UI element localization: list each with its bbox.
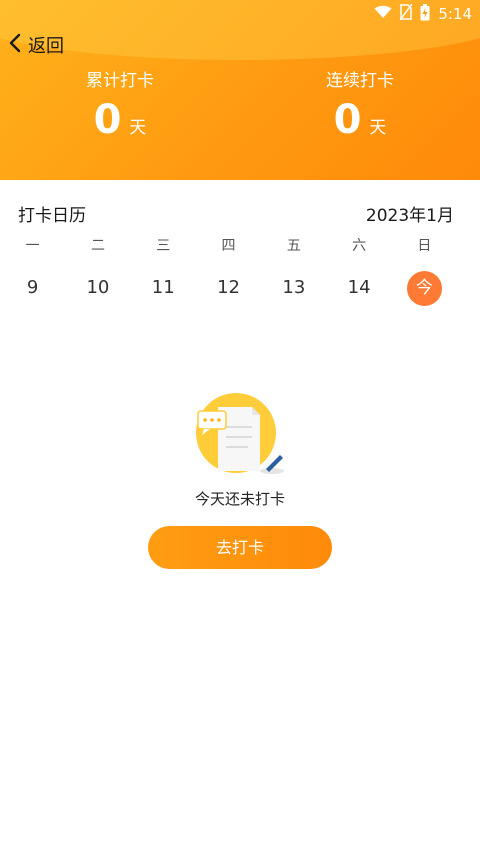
total-checkin-stat: 累计打卡 0 天 bbox=[0, 66, 240, 143]
date-cell[interactable]: 12 bbox=[196, 270, 261, 306]
weekday-mon: 一 bbox=[25, 238, 40, 254]
chevron-left-icon bbox=[8, 33, 22, 58]
checkin-button[interactable]: 去打卡 bbox=[148, 526, 332, 569]
weekday-sun: 日 bbox=[417, 238, 432, 254]
today-badge[interactable]: 今 bbox=[406, 271, 442, 306]
total-checkin-label: 累计打卡 bbox=[86, 71, 154, 91]
back-label: 返回 bbox=[28, 36, 64, 57]
streak-checkin-value: 0 bbox=[333, 97, 362, 143]
streak-checkin-unit: 天 bbox=[369, 118, 387, 138]
calendar-month: 2023年1月 bbox=[365, 206, 454, 226]
date-cell[interactable]: 11 bbox=[131, 270, 196, 306]
empty-checkin-illustration bbox=[192, 393, 288, 477]
streak-checkin-label: 连续打卡 bbox=[326, 71, 394, 91]
total-checkin-unit: 天 bbox=[129, 118, 147, 138]
weekday-fri: 五 bbox=[286, 238, 301, 254]
wifi-icon bbox=[374, 5, 392, 23]
date-cell[interactable]: 10 bbox=[65, 270, 130, 306]
status-time: 5:14 bbox=[438, 5, 472, 23]
weekday-thu: 四 bbox=[221, 238, 236, 254]
battery-charging-icon bbox=[420, 3, 430, 25]
date-cell[interactable]: 13 bbox=[261, 270, 326, 306]
weekday-tue: 二 bbox=[90, 238, 105, 254]
header-banner: 5:14 返回 累计打卡 0 天 连续打卡 0 天 bbox=[0, 0, 480, 180]
date-row: 9 10 11 12 13 14 今 bbox=[0, 270, 480, 306]
empty-state-message: 今天还未打卡 bbox=[194, 490, 285, 508]
date-cell[interactable]: 14 bbox=[326, 270, 391, 306]
streak-checkin-stat: 连续打卡 0 天 bbox=[240, 66, 480, 143]
status-bar: 5:14 bbox=[374, 3, 472, 25]
total-checkin-value: 0 bbox=[93, 97, 122, 143]
back-button[interactable]: 返回 bbox=[8, 32, 64, 58]
date-cell[interactable]: 9 bbox=[0, 270, 65, 306]
calendar-title: 打卡日历 bbox=[18, 206, 86, 226]
weekday-wed: 三 bbox=[156, 238, 171, 254]
weekday-sat: 六 bbox=[352, 238, 367, 254]
no-sim-icon bbox=[399, 3, 413, 24]
today-cell: 今 bbox=[392, 270, 457, 306]
weekday-row: 一 二 三 四 五 六 日 bbox=[0, 235, 480, 255]
